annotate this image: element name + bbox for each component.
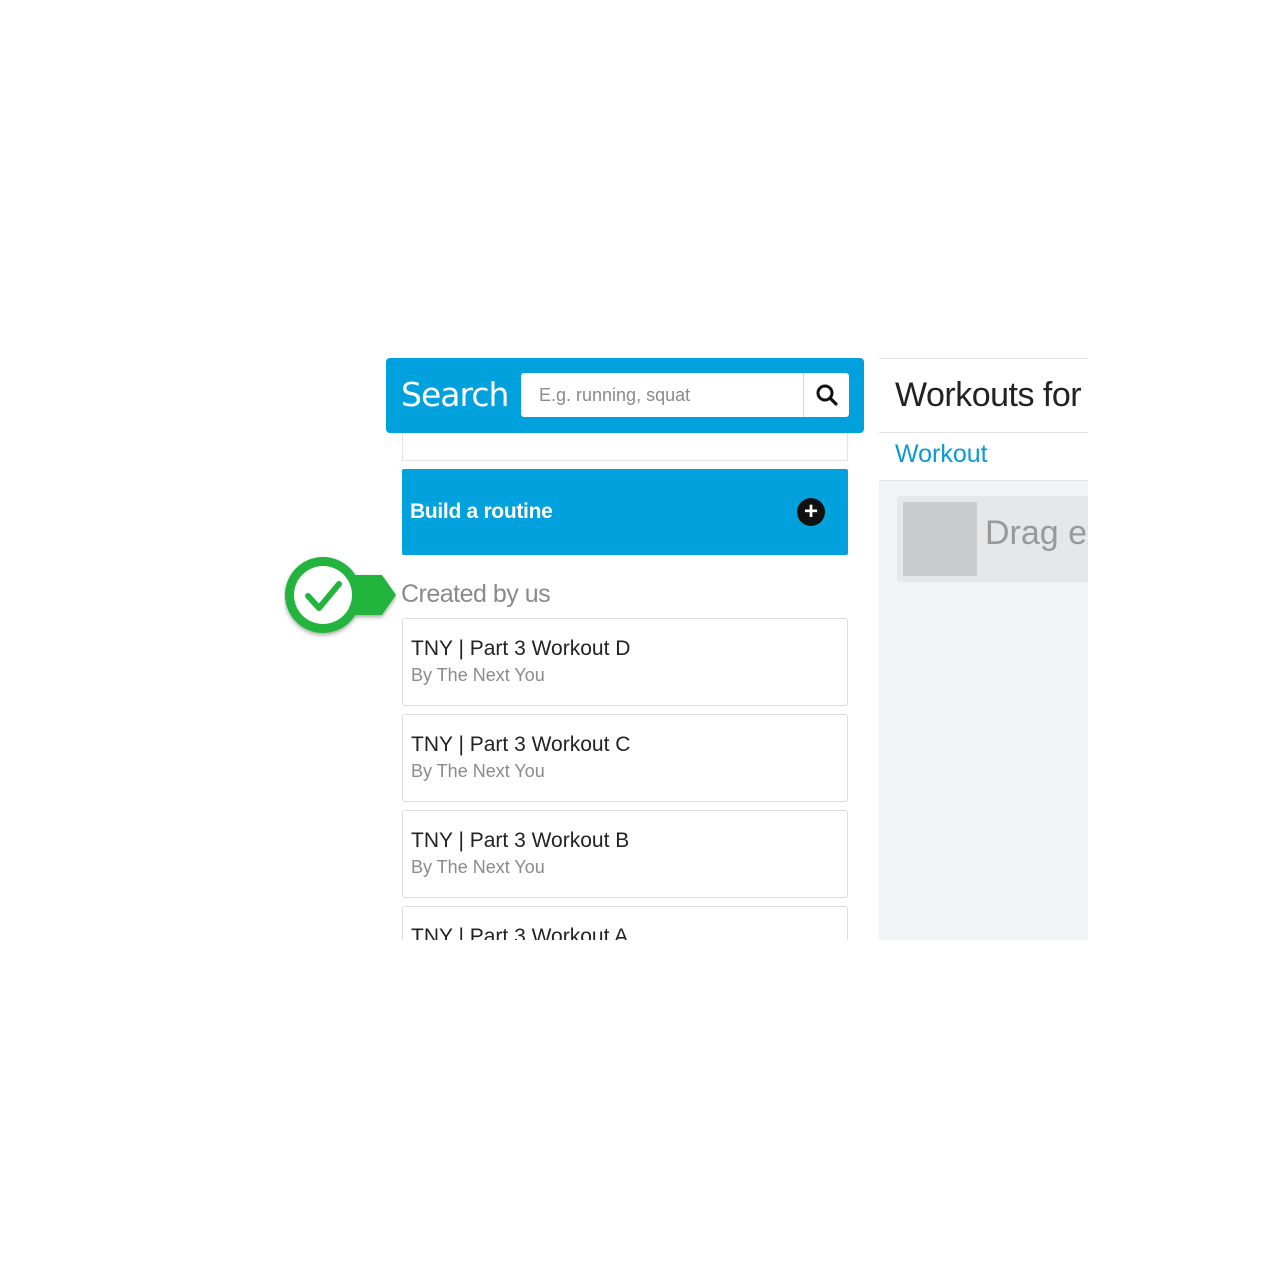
routine-sidebar: Search Build a routine + Created by us T… [386, 358, 864, 940]
routine-card[interactable]: TNY | Part 3 Workout C By The Next You [402, 714, 848, 802]
plus-circle-icon: + [797, 498, 825, 526]
exercise-drop-zone[interactable]: Drag ex [897, 496, 1088, 582]
previous-card-edge [402, 433, 848, 461]
search-bar: Search [386, 358, 864, 433]
routine-title: TNY | Part 3 Workout D [411, 637, 631, 660]
placeholder-thumbnail [903, 502, 977, 576]
routine-author: By The Next You [411, 665, 545, 685]
routine-card[interactable]: TNY | Part 3 Workout A [402, 906, 848, 940]
build-routine-button[interactable]: Build a routine + [402, 469, 848, 555]
search-input[interactable] [521, 373, 803, 417]
build-routine-label: Build a routine [410, 500, 553, 523]
search-button[interactable] [803, 373, 849, 417]
routine-title: TNY | Part 3 Workout A [411, 925, 629, 940]
divider [879, 432, 1088, 433]
routine-author: By The Next You [411, 761, 545, 781]
section-heading: Created by us [401, 580, 551, 608]
workouts-panel: Workouts for Workout Drag ex [879, 358, 1088, 940]
workout-drop-area: Drag ex [879, 481, 1088, 940]
search-title: Search [401, 375, 509, 414]
routine-title: TNY | Part 3 Workout B [411, 829, 630, 852]
drop-zone-text: Drag ex [985, 514, 1088, 552]
tab-workout[interactable]: Workout [895, 440, 988, 469]
search-box [521, 373, 849, 417]
workouts-heading: Workouts for [895, 376, 1082, 414]
checkmark-badge-icon [284, 555, 396, 639]
routine-card[interactable]: TNY | Part 3 Workout D By The Next You [402, 618, 848, 706]
divider [879, 358, 1088, 359]
search-icon [816, 384, 838, 406]
routine-card[interactable]: TNY | Part 3 Workout B By The Next You [402, 810, 848, 898]
routine-title: TNY | Part 3 Workout C [411, 733, 631, 756]
routine-author: By The Next You [411, 857, 545, 877]
